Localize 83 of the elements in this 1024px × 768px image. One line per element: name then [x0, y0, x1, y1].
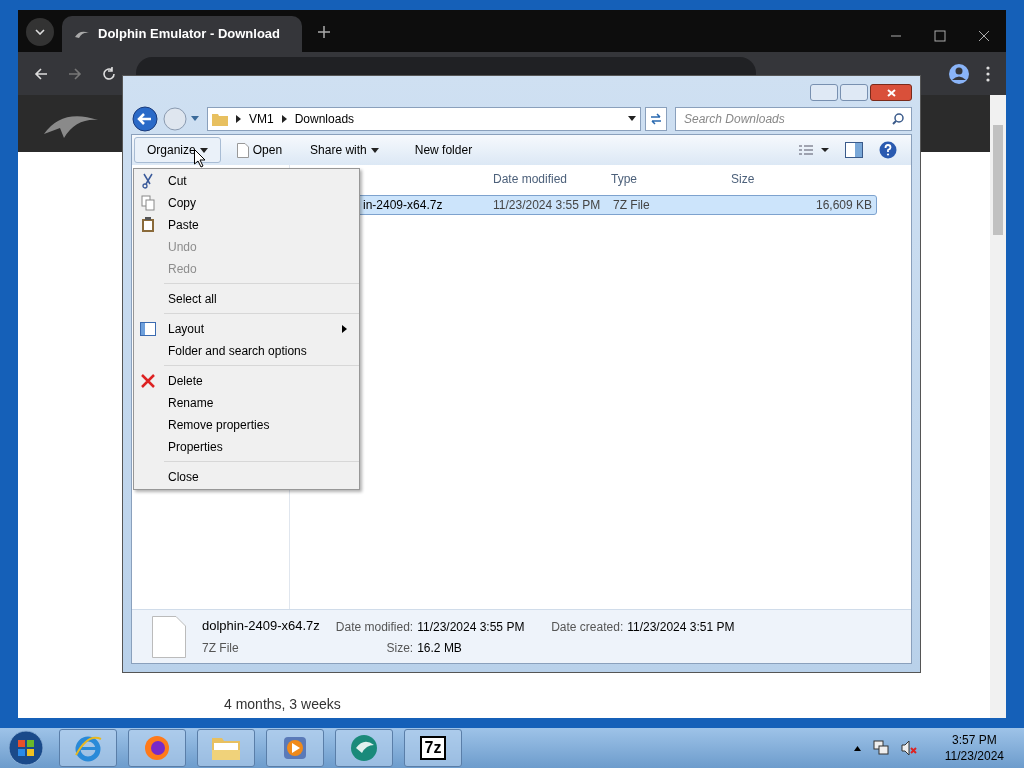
column-header[interactable]: Size — [731, 170, 811, 188]
menu-item[interactable]: Rename — [134, 392, 359, 414]
menu-item[interactable]: Folder and search options — [134, 340, 359, 362]
reload-icon[interactable] — [102, 66, 116, 81]
play-icon — [281, 734, 309, 762]
preview-pane-icon[interactable] — [845, 142, 863, 158]
file-name: dolphin-2409-x64.7z — [202, 617, 320, 636]
cross-icon — [140, 374, 156, 388]
tray-arrow-icon[interactable] — [853, 745, 861, 751]
profile-icon[interactable] — [948, 62, 970, 85]
detail-value: 16.2 MB — [417, 639, 463, 657]
taskbar-button[interactable] — [197, 729, 255, 767]
close-icon[interactable] — [978, 30, 990, 42]
menu-item[interactable]: Close — [134, 466, 359, 488]
taskbar-button[interactable]: 7z — [404, 729, 462, 767]
search-icon — [892, 113, 904, 125]
clock-date[interactable]: 11/23/2024 — [944, 748, 1004, 764]
detail-label: Date created: — [551, 619, 624, 636]
help-icon[interactable] — [879, 141, 897, 159]
submenu-arrow-icon — [342, 325, 347, 333]
caret-icon — [199, 147, 208, 153]
breadcrumb-item[interactable]: VM1 — [249, 110, 274, 128]
muted-speaker-icon[interactable] — [900, 740, 917, 756]
breadcrumb-item[interactable]: Downloads — [294, 110, 355, 128]
dolphin-icon — [74, 29, 90, 39]
chevron-right-icon — [281, 115, 287, 123]
close-icon — [886, 88, 896, 97]
forward-icon[interactable] — [68, 66, 82, 81]
page-text: 4 months, 3 weeks — [224, 695, 341, 714]
chevron-right-icon — [236, 115, 241, 123]
taskbar-button[interactable] — [59, 729, 117, 767]
detail-value: 11/23/2024 3:51 PM — [627, 619, 735, 636]
file-icon — [152, 615, 186, 658]
chevron-down-icon — [35, 29, 45, 35]
detail-label: Date modified: — [335, 618, 414, 636]
minimize-button[interactable] — [810, 84, 838, 101]
taskbar-button[interactable] — [266, 729, 324, 767]
tab-menu-button[interactable] — [26, 18, 54, 46]
column-header[interactable]: Date modified — [491, 170, 611, 188]
menu-item[interactable]: Layout — [134, 318, 359, 340]
search-field[interactable]: Search Downloads — [675, 107, 912, 131]
detail-value: 11/23/2024 3:55 PM — [417, 618, 526, 636]
menu-item[interactable]: Paste — [134, 214, 359, 236]
scissors-icon — [141, 173, 155, 189]
folder-icon — [212, 112, 228, 126]
maximize-button[interactable] — [840, 84, 868, 101]
dropdown-arrow-icon[interactable] — [628, 116, 636, 122]
menu-item[interactable]: Remove properties — [134, 414, 359, 436]
document-icon — [236, 142, 249, 158]
toolbar-button[interactable]: New folder — [402, 137, 485, 163]
circle-logo-icon — [348, 733, 380, 763]
cursor-icon — [194, 149, 206, 168]
seven-zip-icon: 7z — [419, 736, 447, 760]
column-header[interactable]: Type — [611, 170, 731, 188]
refresh-icon — [650, 113, 662, 125]
menu-item[interactable]: Select all — [134, 288, 359, 310]
new-tab-icon[interactable] — [318, 26, 330, 38]
menu-item[interactable]: Properties — [134, 436, 359, 458]
clock-time[interactable]: 3:57 PM — [952, 732, 997, 748]
detail-label: Size: — [386, 639, 414, 657]
scrollbar[interactable] — [990, 95, 1006, 718]
clipboard-icon — [141, 217, 155, 233]
copy-icon — [141, 195, 155, 211]
browser-tab[interactable]: Dolphin Emulator - Download — [62, 16, 302, 52]
refresh-button[interactable] — [645, 107, 667, 131]
menu-item[interactable]: Delete — [134, 370, 359, 392]
menu-item[interactable]: Cut — [134, 170, 359, 192]
maximize-icon[interactable] — [934, 30, 946, 42]
toolbar-button[interactable]: Share with — [298, 137, 391, 163]
fox-globe-icon — [142, 733, 172, 763]
file-type: 7Z File — [202, 639, 240, 657]
address-bar[interactable]: VM1 Downloads — [207, 107, 641, 131]
layout-icon — [140, 322, 156, 336]
network-icon[interactable] — [872, 740, 889, 756]
more-icon[interactable] — [986, 65, 990, 82]
view-list-icon[interactable] — [799, 144, 829, 156]
toolbar-button[interactable]: Open — [224, 137, 295, 163]
taskbar-button[interactable] — [128, 729, 186, 767]
close-button[interactable] — [870, 84, 912, 101]
taskbar-button[interactable] — [335, 729, 393, 767]
back-icon[interactable] — [131, 105, 159, 133]
toolbar-button[interactable]: Organize — [134, 137, 221, 163]
caret-icon — [370, 147, 379, 153]
